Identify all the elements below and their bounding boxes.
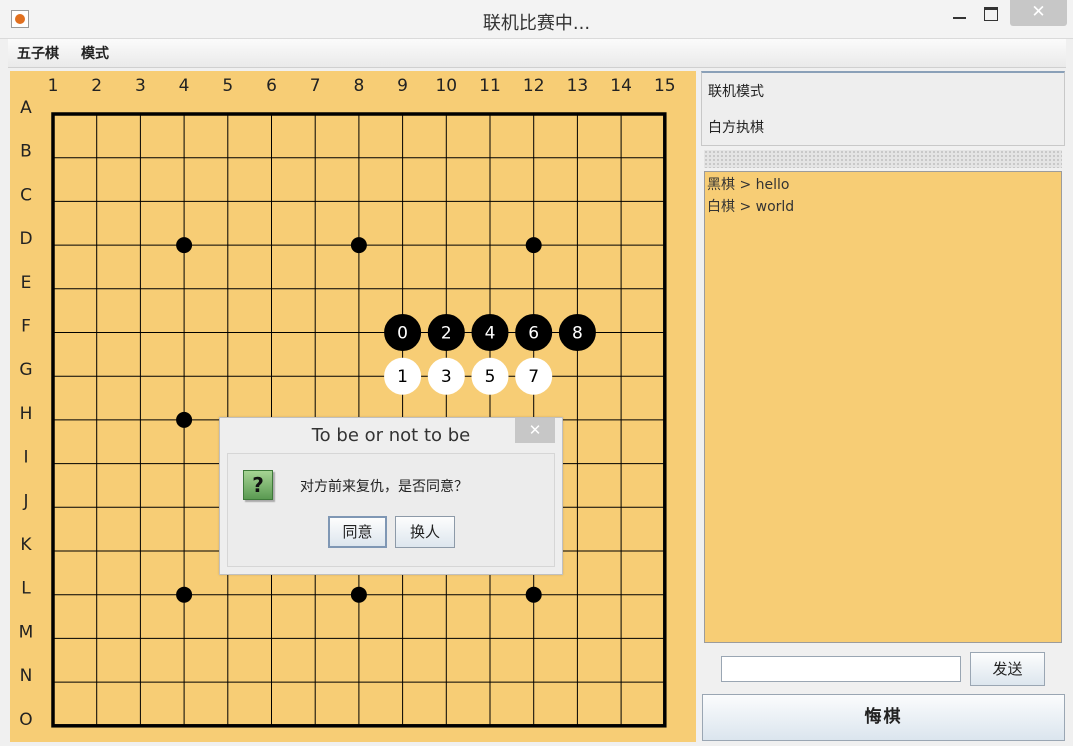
rematch-dialog: To be or not to be ✕ ? 对方前来复仇，是否同意？ 同意 换…: [219, 417, 563, 575]
chat-message: 黑棋 > hello: [707, 177, 790, 193]
column-label: 4: [179, 76, 190, 96]
gomoku-board[interactable]: 1 2 3 4 5 6 7 8 9 10 11 12 13 14 15ABCDEFGHIJKLMNO0123…: [10, 71, 696, 742]
column-label: 8: [353, 76, 364, 96]
row-label: F: [21, 317, 31, 337]
game-info-panel: 联机模式 白方执棋: [701, 71, 1065, 146]
column-label: 2: [91, 76, 102, 96]
row-label: K: [20, 535, 32, 555]
question-icon: ?: [243, 470, 273, 500]
chat-log[interactable]: 黑棋 > hello 白棋 > world: [704, 171, 1062, 643]
chat-input[interactable]: [721, 656, 961, 682]
stone-move-label: 5: [485, 367, 496, 387]
dialog-title: To be or not to be: [311, 425, 471, 446]
split-pane-divider[interactable]: [704, 150, 1062, 168]
game-mode-label: 联机模式: [708, 84, 764, 100]
row-label: D: [19, 229, 32, 249]
column-label: 7: [310, 76, 321, 96]
minimize-button[interactable]: [948, 0, 972, 26]
player-side-label: 白方执棋: [708, 120, 764, 136]
menu-bar: 五子棋 模式: [8, 39, 1066, 68]
row-label: G: [19, 360, 32, 380]
star-point: [176, 237, 193, 254]
stone-move-label: 2: [441, 324, 452, 344]
row-label: O: [19, 710, 32, 730]
column-label: 14: [610, 76, 632, 96]
star-point: [176, 411, 193, 428]
stone-move-label: 4: [485, 324, 496, 344]
column-label: 5: [222, 76, 233, 96]
column-label: 15: [654, 76, 676, 96]
window-title: 联机比赛中...: [482, 13, 591, 34]
row-label: A: [20, 98, 32, 118]
chat-message: 白棋 > world: [707, 199, 795, 215]
dialog-body: ? 对方前来复仇，是否同意？ 同意 换人: [227, 453, 555, 567]
star-point: [525, 237, 542, 254]
menu-gomoku[interactable]: 五子棋: [17, 43, 59, 63]
close-icon: ✕: [1031, 2, 1046, 22]
gomoku-board-panel[interactable]: 1 2 3 4 5 6 7 8 9 10 11 12 13 14 15 A B C D E F G H I J K L M N O 0 1 2 3…: [10, 71, 696, 742]
column-label: 6: [266, 76, 277, 96]
column-label: 1: [48, 76, 59, 96]
maximize-button[interactable]: [980, 0, 1004, 26]
star-point: [176, 586, 193, 603]
stone-move-label: 8: [572, 324, 583, 344]
undo-move-button[interactable]: 悔棋: [702, 694, 1065, 741]
star-point: [350, 237, 367, 254]
column-label: 12: [523, 76, 545, 96]
row-label: C: [20, 185, 32, 205]
row-label: J: [22, 491, 28, 511]
star-point: [350, 586, 367, 603]
column-label: 13: [567, 76, 589, 96]
stone-move-label: 3: [441, 367, 452, 387]
row-label: I: [23, 448, 28, 468]
row-label: N: [20, 666, 33, 686]
column-label: 10: [435, 76, 457, 96]
row-label: E: [21, 273, 32, 293]
stone-move-label: 0: [397, 324, 408, 344]
dialog-message: 对方前来复仇，是否同意？: [300, 479, 468, 495]
change-opponent-button[interactable]: 换人: [395, 516, 455, 548]
stone-move-label: 6: [528, 324, 539, 344]
row-label: L: [21, 579, 31, 599]
close-window-button[interactable]: ✕: [1010, 0, 1067, 26]
row-label: B: [20, 142, 32, 162]
stone-move-label: 1: [397, 367, 408, 387]
title-bar: 联机比赛中... ✕: [0, 0, 1073, 39]
dialog-close-button[interactable]: ✕: [515, 418, 555, 443]
column-label: 3: [135, 76, 146, 96]
menu-mode[interactable]: 模式: [81, 43, 109, 63]
agree-button[interactable]: 同意: [328, 516, 387, 548]
send-button[interactable]: 发送: [970, 652, 1045, 686]
column-label: 9: [397, 76, 408, 96]
stone-move-label: 7: [528, 367, 539, 387]
column-label: 11: [479, 76, 501, 96]
row-label: H: [20, 404, 33, 424]
star-point: [525, 586, 542, 603]
row-label: M: [19, 622, 34, 642]
